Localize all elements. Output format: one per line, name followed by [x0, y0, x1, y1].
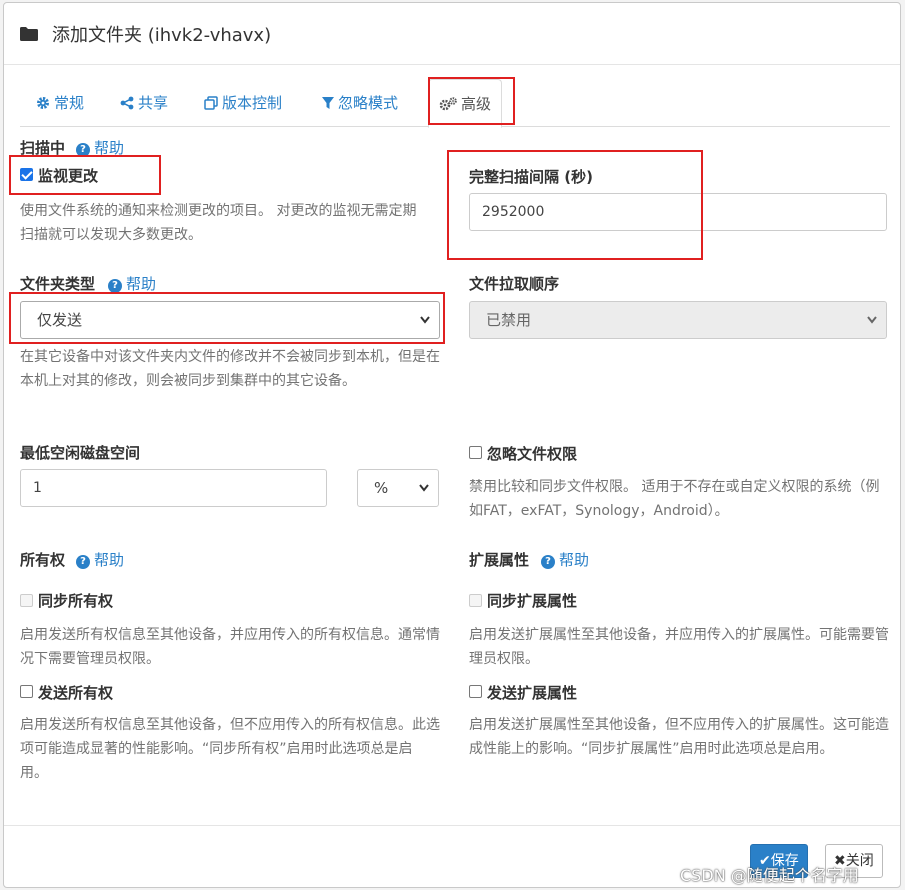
min-disk-unit-value: % — [374, 479, 389, 497]
send-ownership-label: 发送所有权 — [38, 684, 114, 702]
scanning-label: 扫描中 — [20, 139, 66, 157]
folder-type-desc: 在其它设备中对该文件夹内文件的修改并不会被同步到本机，但是在本机上对其的修改，则… — [20, 349, 440, 389]
chevron-down-icon — [867, 316, 877, 324]
question-icon: ? — [541, 555, 555, 569]
xattrs-help-link[interactable]: ? 帮助 — [541, 549, 589, 570]
scanning-help-link[interactable]: ? 帮助 — [76, 137, 124, 158]
gears-icon — [439, 97, 457, 111]
watch-changes-checkbox[interactable] — [20, 168, 33, 181]
question-icon: ? — [108, 279, 122, 293]
tab-general[interactable]: 常规 — [36, 79, 84, 127]
send-xattrs-checkbox[interactable] — [469, 685, 482, 698]
xattrs-label: 扩展属性 — [469, 551, 530, 569]
tab-sharing-label: 共享 — [138, 94, 169, 112]
sync-ownership-checkbox[interactable] — [20, 594, 33, 607]
min-disk-free-label: 最低空闲磁盘空间 — [20, 444, 141, 462]
dialog-title: 添加文件夹 (ihvk2-vhavx) — [52, 25, 272, 46]
tab-versioning[interactable]: 版本控制 — [204, 79, 282, 127]
tab-general-label: 常规 — [54, 94, 85, 112]
sync-xattrs-label: 同步扩展属性 — [487, 592, 578, 610]
send-xattrs-desc: 启用发送扩展属性至其他设备，但不应用传入的扩展属性。这可能造成性能上的影响。“同… — [469, 717, 889, 757]
sync-ownership-desc: 启用发送所有权信息至其他设备，并应用传入的所有权信息。通常情况下需要管理员权限。 — [20, 627, 440, 667]
chevron-down-icon — [419, 484, 429, 492]
question-icon: ? — [76, 555, 90, 569]
pull-order-value: 已禁用 — [486, 311, 532, 329]
rescan-interval-label: 完整扫描间隔 (秒) — [469, 168, 593, 186]
ignore-permissions-desc: 禁用比较和同步文件权限。 适用于不存在或自定义权限的系统（例如FAT，exFAT… — [469, 479, 880, 519]
watermark: CSDN @随便起个名字用 — [680, 866, 859, 885]
sync-xattrs-checkbox[interactable] — [469, 594, 482, 607]
sync-ownership-label: 同步所有权 — [38, 592, 114, 610]
tab-versioning-label: 版本控制 — [222, 94, 283, 112]
tab-ignore-patterns[interactable]: 忽略模式 — [322, 79, 398, 127]
folder-type-label: 文件夹类型 — [20, 275, 96, 293]
add-folder-dialog: 添加文件夹 (ihvk2-vhavx) 常规 共享 版本控制 忽略模式 高级 扫… — [3, 2, 901, 888]
watch-changes-desc: 使用文件系统的通知来检测更改的项目。 对更改的监视无需定期扫描就可以发现大多数更… — [20, 203, 417, 243]
ownership-help-text: 帮助 — [94, 551, 125, 569]
chevron-down-icon — [420, 316, 430, 324]
folder-type-help-text: 帮助 — [126, 275, 157, 293]
send-xattrs-label: 发送扩展属性 — [487, 684, 578, 702]
min-disk-free-input[interactable]: 1 — [20, 469, 327, 507]
folder-type-help-link[interactable]: ? 帮助 — [108, 273, 156, 294]
ownership-help-link[interactable]: ? 帮助 — [76, 549, 124, 570]
send-ownership-checkbox[interactable] — [20, 685, 33, 698]
question-icon: ? — [76, 143, 90, 157]
pull-order-label: 文件拉取顺序 — [469, 275, 560, 293]
xattrs-help-text: 帮助 — [559, 551, 590, 569]
folder-type-select[interactable]: 仅发送 — [20, 301, 440, 339]
share-icon — [120, 96, 134, 110]
dialog-header: 添加文件夹 (ihvk2-vhavx) — [4, 3, 900, 65]
tab-ignore-patterns-label: 忽略模式 — [338, 94, 399, 112]
pull-order-select[interactable]: 已禁用 — [469, 301, 887, 339]
folder-type-value: 仅发送 — [37, 311, 83, 329]
copy-icon — [204, 96, 218, 110]
gear-icon — [37, 97, 49, 109]
ignore-permissions-label: 忽略文件权限 — [487, 445, 578, 463]
sync-xattrs-desc: 启用发送扩展属性至其他设备，并应用传入的扩展属性。可能需要管理员权限。 — [469, 627, 889, 667]
tab-advanced[interactable]: 高级 — [428, 79, 503, 128]
rescan-interval-input[interactable]: 2952000 — [469, 193, 887, 231]
tab-sharing[interactable]: 共享 — [120, 79, 168, 127]
tab-bar: 常规 共享 版本控制 忽略模式 高级 — [20, 79, 890, 128]
filter-icon — [322, 97, 334, 109]
scanning-help-text: 帮助 — [94, 139, 125, 157]
ownership-label: 所有权 — [20, 551, 66, 569]
folder-icon — [20, 27, 38, 41]
watch-changes-label: 监视更改 — [38, 167, 99, 185]
ignore-permissions-checkbox[interactable] — [469, 446, 482, 459]
tab-advanced-label: 高级 — [461, 95, 492, 113]
send-ownership-desc: 启用发送所有权信息至其他设备，但不应用传入的所有权信息。此选项可能造成显著的性能… — [20, 717, 440, 781]
min-disk-unit-select[interactable]: % — [357, 469, 439, 507]
